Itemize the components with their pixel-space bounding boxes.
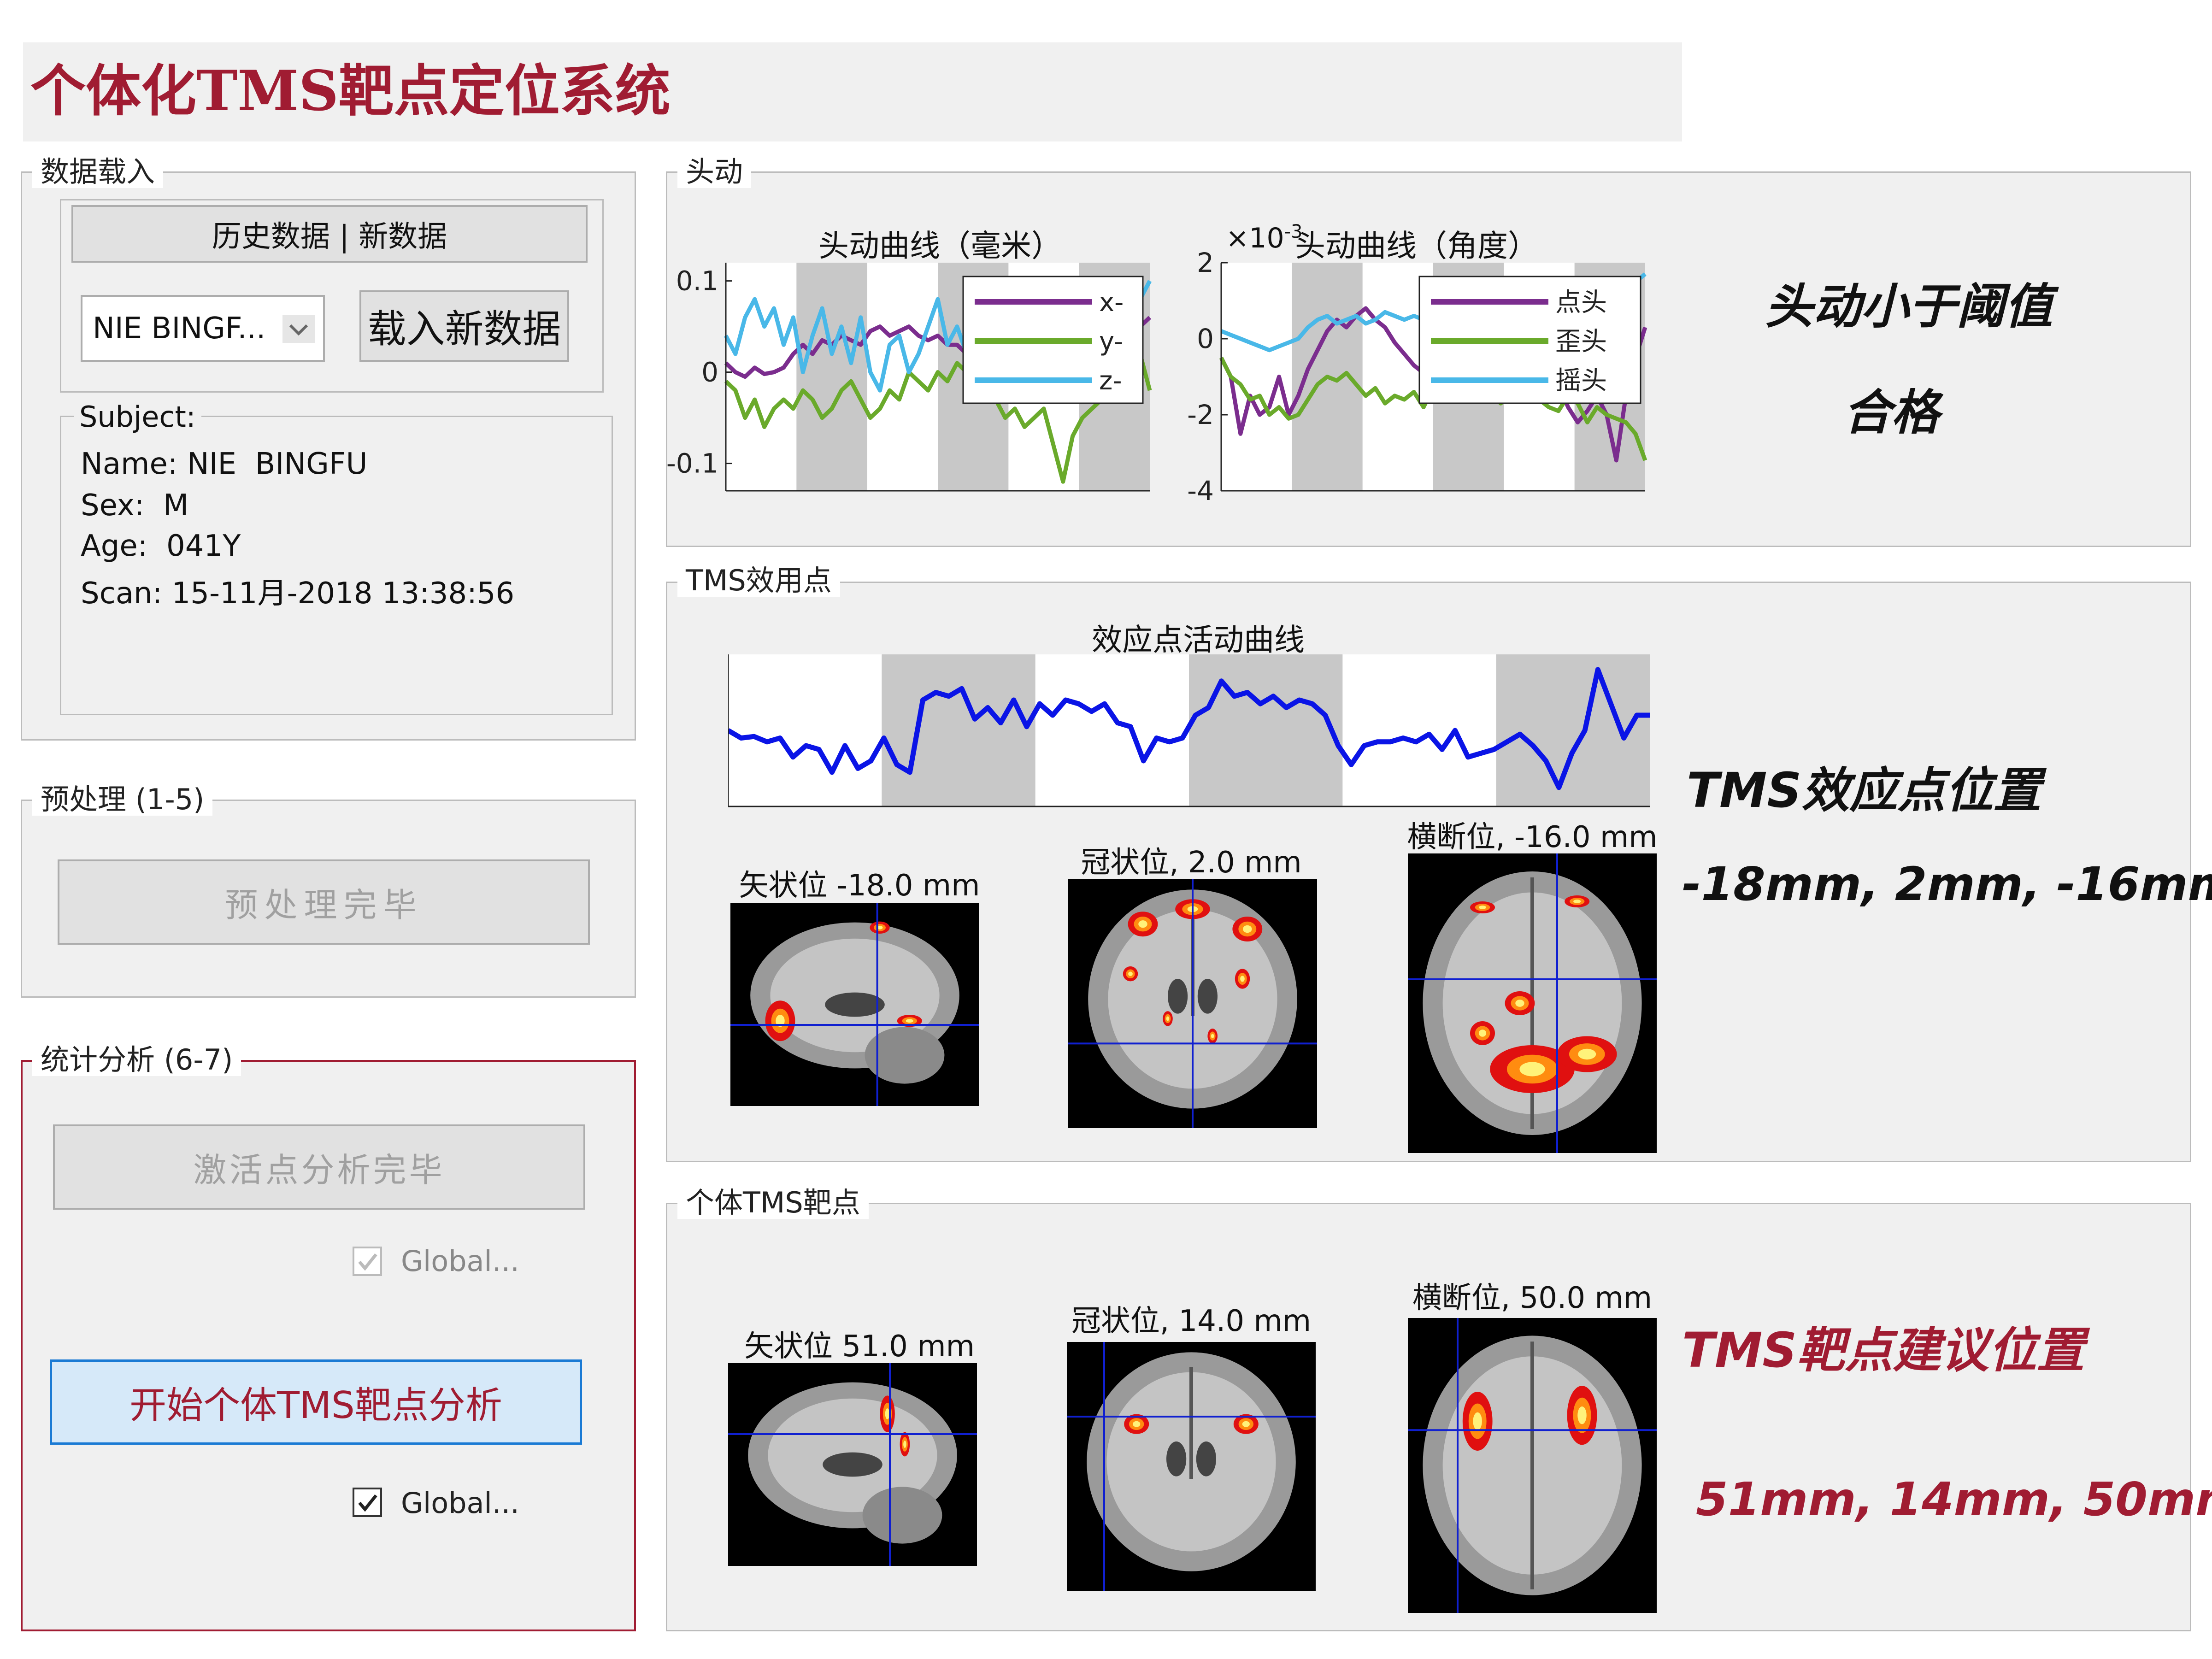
head-motion-status: 头动小于阈值 bbox=[1765, 278, 2053, 335]
activation-peak bbox=[1242, 1421, 1250, 1427]
target-coronal-slice bbox=[1067, 1342, 1316, 1591]
subject-select[interactable]: NIE BINGF... bbox=[81, 295, 325, 362]
target-panel-title: 个体TMS靶点 bbox=[677, 1187, 869, 1219]
effect-axial-slice bbox=[1408, 853, 1657, 1153]
effect-axial-title: 横断位, -16.0 mm bbox=[1407, 820, 1658, 854]
target-axial-slice bbox=[1408, 1318, 1657, 1613]
activation-peak bbox=[1240, 976, 1245, 982]
stats-panel-title: 统计分析 (6-7) bbox=[32, 1044, 241, 1076]
global-checkbox-1-label: Global... bbox=[401, 1244, 519, 1278]
target-axial-title: 横断位, 50.0 mm bbox=[1412, 1281, 1653, 1315]
effect-point-panel-title: TMS效用点 bbox=[677, 565, 840, 597]
activation-analysis-button[interactable]: 激活点分析完毕 bbox=[53, 1124, 585, 1210]
chevron-down-icon bbox=[282, 315, 315, 343]
ventricle bbox=[823, 1452, 882, 1477]
preprocess-done-button[interactable]: 预处理完毕 bbox=[58, 859, 590, 945]
checkmark-icon bbox=[358, 1253, 377, 1271]
activation-peak bbox=[1515, 1000, 1524, 1007]
preprocess-done-label: 预处理完毕 bbox=[224, 886, 423, 924]
ventricle bbox=[1168, 979, 1188, 1014]
target-label: TMS靶点建议位置 bbox=[1682, 1322, 2085, 1378]
start-tms-analysis-button[interactable]: 开始个体TMS靶点分析 bbox=[50, 1359, 582, 1445]
activation-peak bbox=[1573, 900, 1581, 903]
activation-peak bbox=[1138, 920, 1147, 928]
effect-sagittal-title: 矢状位 -18.0 mm bbox=[739, 869, 980, 903]
ventricle bbox=[1196, 1441, 1216, 1477]
activation-peak bbox=[1478, 1030, 1487, 1037]
global-checkbox-2[interactable] bbox=[353, 1488, 382, 1517]
activation-peak bbox=[906, 1019, 913, 1023]
subject-age: Age: 041Y bbox=[81, 529, 241, 563]
activation-peak bbox=[1166, 1016, 1170, 1021]
activation-peak bbox=[1133, 1421, 1141, 1427]
preprocess-panel-title: 预处理 (1-5) bbox=[32, 783, 213, 816]
activation-peak bbox=[1577, 1406, 1587, 1424]
activation-peak bbox=[1211, 1034, 1214, 1039]
effect-point-chart bbox=[728, 654, 1650, 807]
activation-analysis-label: 激活点分析完毕 bbox=[193, 1151, 445, 1189]
midline bbox=[1530, 1341, 1534, 1589]
legend-label: 摇头 bbox=[1555, 366, 1607, 396]
block-band bbox=[1189, 654, 1343, 806]
global-checkbox-1[interactable] bbox=[353, 1247, 382, 1276]
target-coords: 51mm, 14mm, 50mm bbox=[1696, 1472, 2212, 1526]
head-motion-deg-chart: 2 0 -2 -4 点头歪头摇头 bbox=[1187, 249, 1647, 506]
subject-select-value: NIE BINGF... bbox=[93, 311, 266, 346]
activation-peak bbox=[1578, 1048, 1596, 1060]
y-tick-label: 0.1 bbox=[676, 265, 718, 297]
block-band bbox=[796, 263, 867, 491]
activation-peak bbox=[1473, 1412, 1482, 1430]
global-checkbox-2-label: Global... bbox=[401, 1486, 519, 1520]
y-tick-label: -4 bbox=[1187, 475, 1214, 506]
subject-info-title: Subject: bbox=[74, 400, 201, 434]
app-title: 个体化TMS靶点定位系统 bbox=[30, 59, 671, 124]
target-sagittal-slice bbox=[728, 1363, 977, 1566]
activation-peak bbox=[1243, 925, 1252, 933]
effect-sagittal-slice bbox=[730, 903, 979, 1106]
ventricle bbox=[1197, 979, 1218, 1014]
effect-point-coords: -18mm, 2mm, -16mm bbox=[1682, 857, 2212, 911]
target-coronal-title: 冠状位, 14.0 mm bbox=[1071, 1304, 1312, 1338]
block-band bbox=[882, 654, 1035, 806]
subject-name: Name: NIE BINGFU bbox=[81, 447, 368, 481]
effect-coronal-title: 冠状位, 2.0 mm bbox=[1081, 846, 1302, 880]
head-motion-panel-title: 头动 bbox=[677, 156, 752, 188]
ventricle bbox=[1166, 1441, 1187, 1477]
subject-scan: Scan: 15-11月-2018 13:38:56 bbox=[81, 577, 515, 611]
start-tms-analysis-label: 开始个体TMS靶点分析 bbox=[129, 1383, 502, 1427]
y-tick-label: -2 bbox=[1187, 399, 1214, 430]
data-source-tabs-label: 历史数据 | 新数据 bbox=[212, 219, 447, 254]
load-new-data-button[interactable]: 载入新数据 bbox=[359, 290, 569, 362]
effect-point-label: TMS效应点位置 bbox=[1687, 762, 2041, 818]
legend-label: x- bbox=[1099, 288, 1124, 318]
legend-label: 歪头 bbox=[1555, 327, 1607, 357]
y-tick-label: -0.1 bbox=[666, 448, 718, 479]
subject-sex: Sex: M bbox=[81, 488, 189, 523]
activation-peak bbox=[1128, 971, 1133, 977]
activation-peak bbox=[1478, 906, 1487, 909]
midline bbox=[1189, 1367, 1193, 1479]
activation-peak bbox=[903, 1441, 906, 1448]
load-new-data-label: 载入新数据 bbox=[367, 306, 561, 352]
data-source-tabs[interactable]: 历史数据 | 新数据 bbox=[71, 205, 588, 263]
head-motion-result: 合格 bbox=[1843, 384, 1940, 441]
checkmark-icon bbox=[358, 1494, 377, 1512]
y-tick-label: 0 bbox=[701, 357, 718, 388]
ventricle bbox=[825, 992, 885, 1017]
y-tick-label: 0 bbox=[1197, 323, 1214, 354]
y-tick-label: 2 bbox=[1197, 249, 1214, 278]
cerebellum bbox=[862, 1487, 942, 1544]
legend-label: z- bbox=[1099, 366, 1122, 396]
legend-label: y- bbox=[1099, 327, 1123, 357]
head-motion-mm-chart: 0.1 0 -0.1 x-y-z- bbox=[666, 263, 1152, 492]
legend-label: 点头 bbox=[1555, 288, 1607, 318]
data-load-panel-title: 数据载入 bbox=[32, 156, 164, 188]
effect-coronal-slice bbox=[1068, 879, 1317, 1128]
activation-peak bbox=[1519, 1062, 1545, 1077]
target-sagittal-title: 矢状位 51.0 mm bbox=[744, 1330, 975, 1364]
